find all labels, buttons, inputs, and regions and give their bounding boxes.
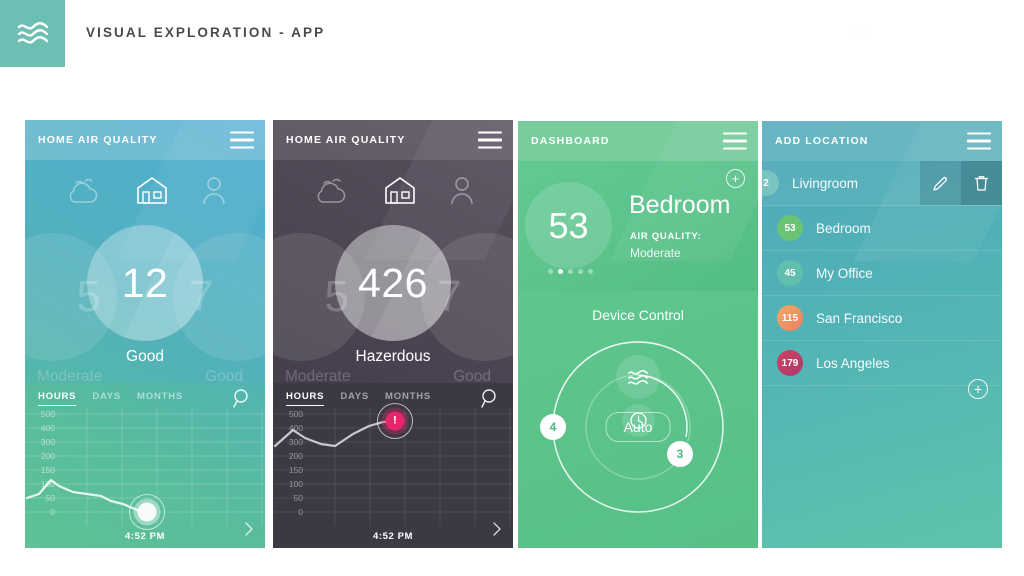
header-watermark: 35 — [852, 26, 868, 40]
carousel-dot-active[interactable] — [558, 269, 563, 274]
marker-core — [137, 502, 157, 522]
location-name: My Office — [816, 265, 873, 281]
list-item[interactable]: 45 My Office — [762, 251, 1002, 296]
dashboard-room-name: Bedroom — [629, 191, 731, 219]
list-item[interactable]: 53 Bedroom — [762, 206, 1002, 251]
dashboard-reading: 53 — [525, 182, 612, 269]
alert-icon: ! — [385, 411, 405, 431]
air-quality-label: AIR QUALITY: — [630, 231, 702, 242]
carousel-dot[interactable] — [568, 269, 573, 274]
aqi-value-text: 426 — [358, 259, 428, 306]
aqi-value-text: 12 — [121, 259, 169, 306]
wave-logo-icon — [16, 20, 50, 48]
aqi-chart-dark: HOURS DAYS MONTHS 500 400 300 200 150 10… — [273, 383, 513, 548]
dashboard-hero: + 53 Bedroom AIR QUALITY: Moderate — [518, 161, 758, 291]
tab-hours[interactable]: HOURS — [286, 391, 325, 406]
location-badge: 2 — [762, 170, 779, 196]
person-icon[interactable] — [449, 175, 475, 210]
aqi-carousel[interactable]: 5 7 12 Good Moderate Good — [25, 225, 265, 385]
location-name: Bedroom — [816, 220, 871, 236]
house-icon[interactable] — [135, 175, 169, 210]
panel-dashboard: DASHBOARD + 53 Bedroom AIR QUALITY: Mode… — [518, 121, 758, 548]
carousel-dot[interactable] — [548, 269, 553, 274]
hamburger-icon[interactable] — [478, 131, 502, 149]
aqi-status-label: Good — [126, 348, 164, 365]
tab-hours[interactable]: HOURS — [38, 391, 77, 406]
aqi-chart-light: HOURS DAYS MONTHS 500 400 300 200 150 10… — [25, 383, 265, 548]
trash-icon[interactable] — [961, 161, 1002, 205]
chart-timestamp: 4:52 PM — [124, 531, 166, 542]
panel-header: ADD LOCATION — [762, 121, 1002, 261]
aqi-value: 426 — [335, 225, 451, 341]
panel-home-air-quality-light: HOME AIR QUALITY 5 7 12 Good Moderate Go… — [25, 120, 265, 548]
inner-dial-knob[interactable]: 3 — [667, 441, 693, 467]
chart-range-tabs: HOURS DAYS MONTHS — [286, 391, 431, 406]
panel-title: HOME AIR QUALITY — [38, 134, 158, 146]
add-location-button[interactable]: + — [968, 379, 988, 399]
page-header: VISUAL EXPLORATION - APP 35 — [0, 0, 1024, 67]
carousel-dot[interactable] — [578, 269, 583, 274]
panel-header: DASHBOARD — [518, 121, 758, 261]
cloud-icon[interactable] — [311, 175, 351, 210]
outer-dial-knob[interactable]: 4 — [540, 414, 566, 440]
person-icon[interactable] — [201, 175, 227, 210]
aqi-value: 12 — [87, 225, 203, 341]
tab-days[interactable]: DAYS — [92, 391, 121, 406]
location-list: 2 Livingroom 53 Bedroom 45 My Office 115… — [762, 161, 1002, 386]
location-name: Livingroom — [792, 175, 859, 191]
location-badge: 179 — [777, 350, 803, 376]
panel-title: HOME AIR QUALITY — [286, 134, 406, 146]
row-actions — [920, 161, 1002, 205]
context-icon-row — [25, 175, 265, 210]
panel-title: DASHBOARD — [531, 135, 610, 147]
device-control-section: Device Control Auto 4 3 — [518, 291, 758, 548]
search-icon[interactable] — [231, 388, 253, 415]
search-icon[interactable] — [479, 388, 501, 415]
carousel-dot[interactable] — [588, 269, 593, 274]
air-quality-value: Moderate — [630, 246, 681, 260]
device-control-title: Device Control — [592, 307, 684, 323]
list-item[interactable]: 115 San Francisco — [762, 296, 1002, 341]
tab-days[interactable]: DAYS — [340, 391, 369, 406]
chevron-right-icon[interactable] — [491, 521, 503, 542]
location-name: Los Angeles — [816, 355, 890, 371]
tab-months[interactable]: MONTHS — [385, 391, 431, 406]
hamburger-icon[interactable] — [967, 132, 991, 150]
auto-mode-button[interactable]: Auto — [605, 412, 671, 442]
tab-months[interactable]: MONTHS — [137, 391, 183, 406]
chart-plot-area: 500 400 300 200 150 100 50 0 — [25, 408, 265, 530]
wave-icon[interactable] — [616, 355, 660, 399]
panel-add-location: ADD LOCATION 2 Livingroom 53 Bedroom 45 … — [762, 121, 1002, 548]
chart-range-tabs: HOURS DAYS MONTHS — [38, 391, 183, 406]
context-icon-row — [273, 175, 513, 210]
location-name: San Francisco — [816, 310, 903, 326]
chart-timestamp: 4:52 PM — [372, 531, 414, 542]
panel-title: ADD LOCATION — [775, 135, 869, 147]
pencil-icon[interactable] — [920, 161, 961, 205]
hamburger-icon[interactable] — [230, 131, 254, 149]
list-item[interactable]: 179 Los Angeles — [762, 341, 1002, 386]
panel-header: HOME AIR QUALITY — [25, 120, 265, 260]
device-control-dial[interactable]: Auto 4 3 — [518, 329, 758, 544]
plus-icon[interactable]: + — [726, 169, 745, 188]
chevron-right-icon[interactable] — [243, 521, 255, 542]
carousel-dots[interactable] — [548, 269, 593, 274]
location-badge: 115 — [777, 305, 803, 331]
panel-header: HOME AIR QUALITY — [273, 120, 513, 260]
chart-plot-area: 500 400 300 200 150 100 50 0 — [273, 403, 513, 526]
page-title: VISUAL EXPLORATION - APP — [86, 25, 326, 40]
panel-home-air-quality-dark: HOME AIR QUALITY 5 7 426 Hazerdous Moder… — [273, 120, 513, 548]
house-icon[interactable] — [383, 175, 417, 210]
list-item[interactable]: 2 Livingroom — [762, 161, 1002, 206]
location-badge: 45 — [777, 260, 803, 286]
hamburger-icon[interactable] — [723, 132, 747, 150]
cloud-icon[interactable] — [63, 175, 103, 210]
aqi-status-label: Hazerdous — [355, 348, 431, 365]
app-logo[interactable] — [0, 0, 65, 67]
aqi-carousel[interactable]: 5 7 426 Hazerdous Moderate Good — [273, 225, 513, 385]
location-badge: 53 — [777, 215, 803, 241]
